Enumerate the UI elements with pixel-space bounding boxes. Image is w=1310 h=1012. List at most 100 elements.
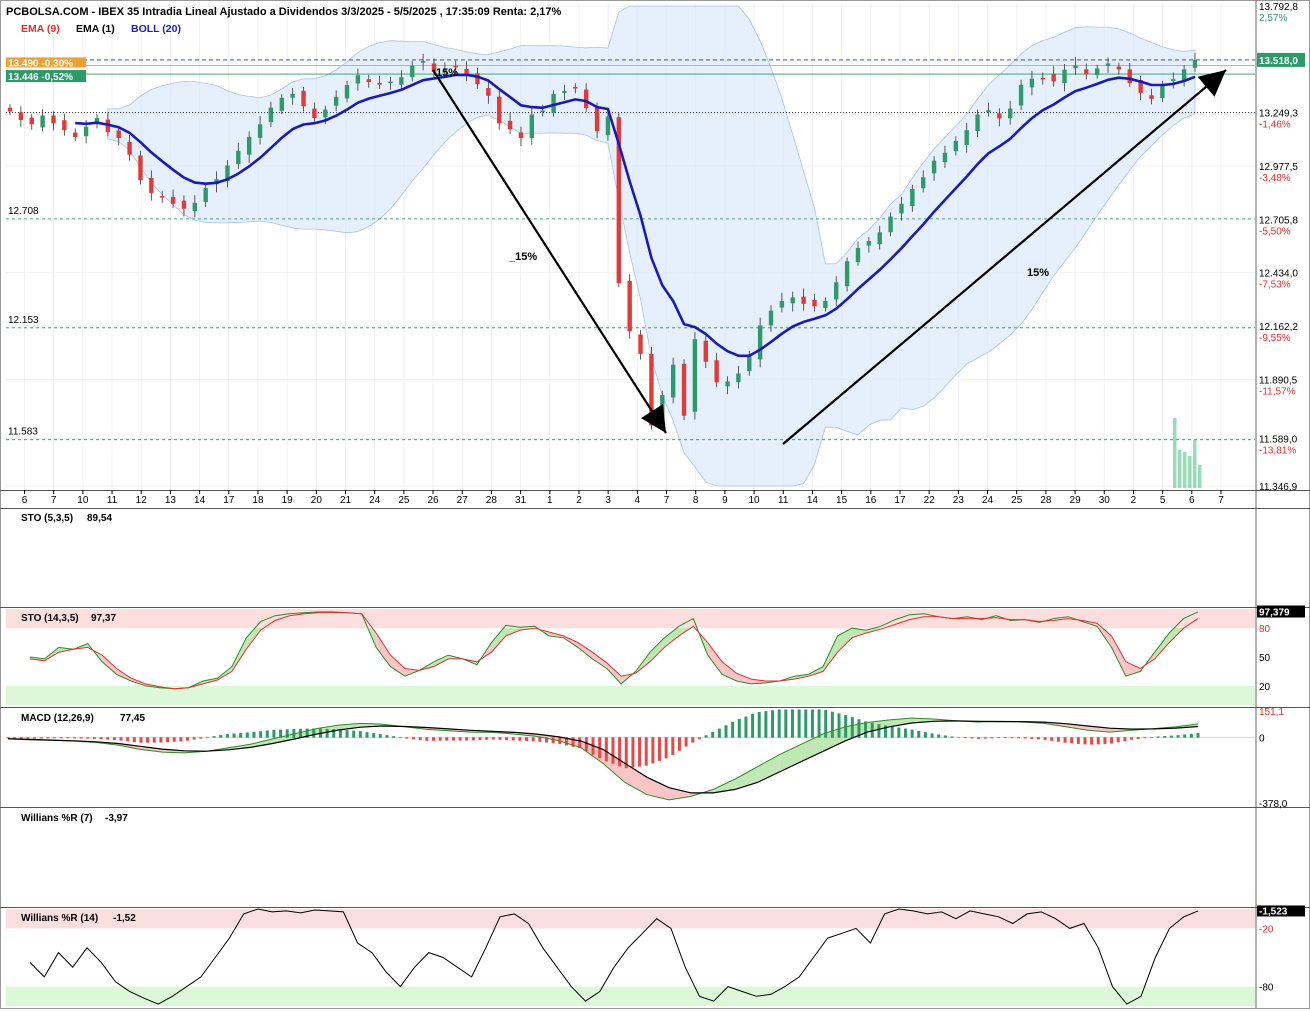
macd-histogram-bar <box>764 711 768 738</box>
candle-body <box>1084 69 1089 75</box>
y-tick-pct: -13,81% <box>1259 445 1296 456</box>
macd-histogram-bar <box>478 737 482 741</box>
legend-ema1: EMA (1) <box>76 23 115 35</box>
macd-histogram-bar <box>757 711 761 738</box>
macd-histogram-bar <box>731 721 735 738</box>
macd-histogram-bar <box>1176 735 1180 738</box>
macd-histogram-bar <box>977 737 981 739</box>
sto-slow-value: 97,37 <box>91 613 116 624</box>
macd-histogram-bar <box>86 737 90 739</box>
macd-histogram-bar <box>252 731 256 738</box>
macd-histogram-bar <box>983 737 987 739</box>
macd-histogram-bar <box>631 737 635 768</box>
candle-body <box>986 110 991 113</box>
x-tick-label: 7 <box>1218 495 1224 506</box>
sto-fill <box>606 662 622 684</box>
sto-oversold-zone <box>6 685 1255 705</box>
legend-ema9: EMA (9) <box>21 23 60 35</box>
candle-body <box>486 87 491 96</box>
candle-body <box>1171 79 1176 82</box>
macd-histogram-bar <box>963 737 967 739</box>
candle-body <box>747 356 752 372</box>
macd-fill <box>801 733 824 762</box>
macd-histogram-bar <box>199 737 203 739</box>
x-tick-label: 24 <box>982 495 994 506</box>
macd-histogram-bar <box>1123 737 1127 742</box>
macd-histogram-bar <box>790 709 794 738</box>
macd-tick-label: -378,0 <box>1259 799 1288 810</box>
annotation-label: 15% <box>436 67 458 79</box>
macd-histogram-bar <box>611 737 615 764</box>
candle-body <box>594 106 600 132</box>
x-tick-label: 21 <box>340 495 352 506</box>
x-tick-label: 15 <box>836 495 848 506</box>
macd-histogram-bar <box>166 737 170 743</box>
candle-body <box>562 90 567 94</box>
sto-fast-title: STO (5,3,5) <box>21 513 73 524</box>
macd-histogram-bar <box>112 737 116 741</box>
williams-level-label: -20 <box>1259 924 1274 935</box>
candle-body <box>83 126 89 137</box>
macd-histogram-bar <box>1036 737 1040 740</box>
candle-body <box>997 113 1002 119</box>
macd-histogram-bar <box>139 737 143 743</box>
candle-body <box>692 339 698 412</box>
sto-level-label: 50 <box>1259 653 1271 664</box>
x-tick-label: 28 <box>486 495 498 506</box>
macd-histogram-bar <box>957 737 961 738</box>
macd-histogram-bar <box>225 734 229 738</box>
x-tick-label: 2 <box>576 495 582 506</box>
macd-histogram-bar <box>771 710 775 738</box>
y-tick-label: 12.977,5 <box>1259 162 1298 173</box>
macd-histogram-bar <box>618 737 622 767</box>
macd-histogram-bar <box>1130 737 1134 740</box>
macd-histogram-bar <box>897 727 901 738</box>
chart-title: PCBOLSA.COM - IBEX 35 Intradia Lineal Aj… <box>6 6 562 18</box>
candle-body <box>736 373 741 383</box>
macd-histogram-bar <box>485 737 489 740</box>
macd-histogram-bar <box>737 719 741 738</box>
macd-histogram-bar <box>1196 733 1200 738</box>
macd-histogram-bar <box>26 737 30 739</box>
candle-body <box>1105 63 1111 67</box>
macd-histogram-bar <box>272 729 276 738</box>
candle-body <box>790 297 795 304</box>
macd-histogram-bar <box>106 737 110 740</box>
macd-histogram-bar <box>1143 737 1147 739</box>
candle-body <box>507 120 513 130</box>
macd-histogram-bar <box>451 737 455 741</box>
candle-body <box>344 85 350 99</box>
x-tick-label: 11 <box>778 495 789 506</box>
macd-histogram-bar <box>1023 737 1027 739</box>
candle-body <box>877 232 882 245</box>
x-tick-label: 20 <box>311 495 323 506</box>
macd-histogram-bar <box>1083 737 1087 745</box>
y-tick-label: 12.434,0 <box>1259 269 1298 280</box>
x-tick-label: 31 <box>515 495 527 506</box>
macd-histogram-bar <box>505 737 509 741</box>
macd-histogram-bar <box>392 736 396 738</box>
macd-histogram-bar <box>1063 737 1067 743</box>
macd-histogram-bar <box>92 737 96 739</box>
macd-histogram-bar <box>1183 734 1187 738</box>
x-tick-label: 27 <box>457 495 469 506</box>
candle-body <box>203 188 208 203</box>
annotation-label: _15% <box>508 251 537 263</box>
x-tick-label: 26 <box>427 495 439 506</box>
macd-histogram-bar <box>219 735 223 738</box>
williams-last-tag: -1,523 <box>1259 906 1288 917</box>
y-tick-pct: 2,57% <box>1259 13 1287 24</box>
x-tick-label: 6 <box>22 495 28 506</box>
macd-histogram-bar <box>345 730 349 738</box>
macd-histogram-bar <box>724 725 728 738</box>
candle-body <box>1029 78 1035 88</box>
macd-histogram-bar <box>890 726 894 738</box>
macd-histogram-bar <box>146 737 150 743</box>
williams14-value: -1,52 <box>113 913 136 924</box>
candle-body <box>138 155 143 181</box>
candle-body <box>529 114 535 139</box>
candle-body <box>170 196 176 204</box>
macd-histogram-bar <box>744 716 748 738</box>
macd-fill <box>779 744 802 772</box>
macd-histogram-bar <box>259 731 263 738</box>
